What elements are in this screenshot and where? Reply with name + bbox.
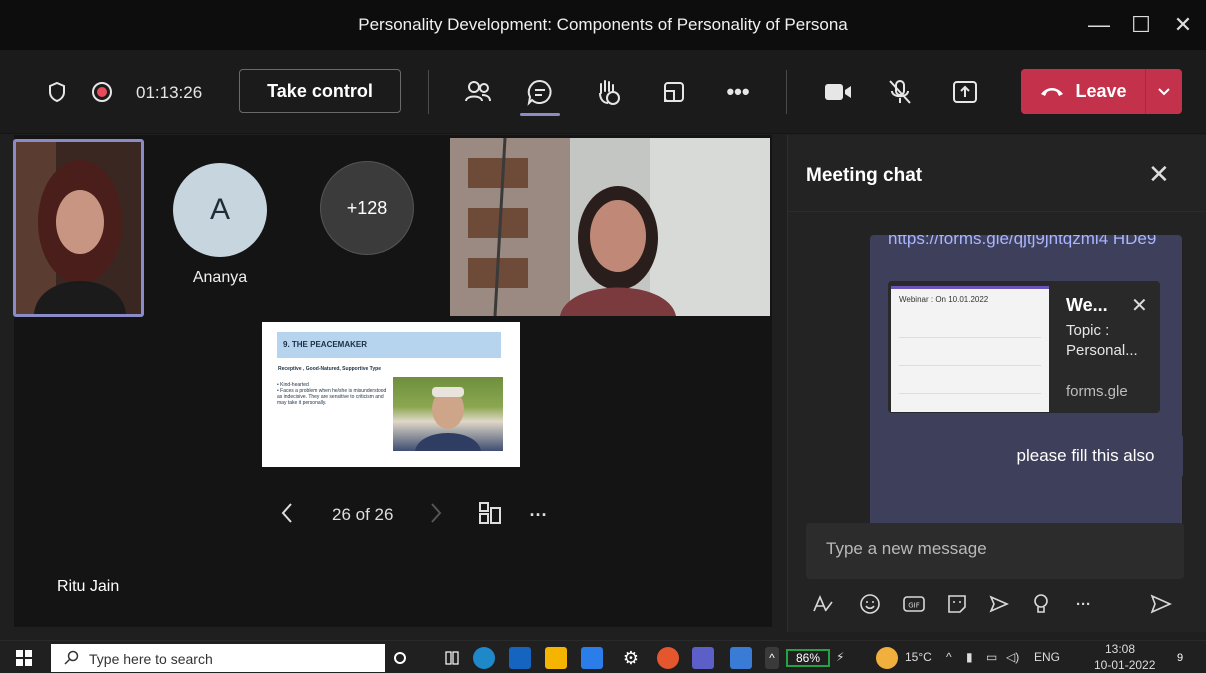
- sticker-icon[interactable]: [946, 591, 968, 617]
- more-icon[interactable]: •••: [718, 77, 758, 107]
- slide-photo: [393, 377, 503, 451]
- slide-pager: 26 of 26 ···: [280, 500, 547, 530]
- title-bar: Personality Development: Components of P…: [0, 0, 1206, 50]
- more-participants-button[interactable]: +128: [320, 161, 414, 255]
- windows-taskbar: Type here to search ⚙ ^ 86% ⚡ 15°C ^ ▮ ▭…: [0, 640, 1206, 673]
- weather-temp[interactable]: 15°C: [905, 650, 932, 664]
- toolbar-divider: [786, 70, 787, 114]
- share-icon[interactable]: [945, 77, 985, 107]
- chat-header: Meeting chat ✕: [788, 135, 1206, 212]
- slide-grid-icon[interactable]: [477, 500, 505, 531]
- phone-hangup-icon: [1039, 81, 1065, 102]
- chat-link[interactable]: https://forms.gle/qjtj9jhtqzmi4 HDe9: [888, 235, 1168, 253]
- prev-slide-icon[interactable]: [280, 501, 304, 530]
- toolbar-divider: [428, 70, 429, 114]
- photos-icon[interactable]: [730, 647, 752, 669]
- cortana-icon[interactable]: [389, 647, 411, 669]
- meeting-toolbar: 01:13:26 Take control ••• Leave: [0, 50, 1206, 134]
- store-icon[interactable]: [509, 647, 531, 669]
- link-preview-description: Topic : Personal...: [1066, 322, 1138, 359]
- send-icon[interactable]: [1150, 591, 1172, 617]
- window-title: Personality Development: Components of P…: [358, 15, 848, 34]
- close-icon[interactable]: ✕: [1131, 293, 1148, 318]
- thumb-title: Webinar : On 10.01.2022: [899, 295, 989, 304]
- slide-bullet: • Faces a problem when he/she is misunde…: [277, 388, 387, 406]
- slide-more-icon[interactable]: ···: [529, 505, 547, 526]
- clock-time[interactable]: 13:08: [1105, 642, 1135, 656]
- camera-icon[interactable]: [818, 77, 858, 107]
- participant-video-tile[interactable]: [13, 139, 144, 317]
- format-icon[interactable]: [812, 591, 834, 617]
- notification-count: 9: [1176, 652, 1184, 664]
- windows-start-icon[interactable]: [16, 650, 32, 671]
- schedule-send-icon[interactable]: [988, 591, 1010, 617]
- network-icon[interactable]: ▭: [986, 650, 997, 664]
- slide-counter: 26 of 26: [332, 505, 394, 524]
- slide-subheading: Receptive , Good-Natured, Supportive Typ…: [278, 366, 381, 372]
- chat-message: https://forms.gle/qjtj9jhtqzmi4 HDe9 Web…: [870, 235, 1182, 565]
- slide-bullets: • Kind-hearted • Faces a problem when he…: [277, 382, 389, 406]
- weather-icon[interactable]: [876, 647, 898, 669]
- raise-hand-icon[interactable]: [588, 77, 628, 107]
- meeting-chat-panel: Meeting chat ✕ https://forms.gle/qjtj9jh…: [787, 135, 1206, 632]
- slide-header: 9. THE PEACEMAKER: [277, 332, 501, 358]
- task-view-icon[interactable]: [441, 647, 463, 669]
- link-preview-thumbnail: Webinar : On 10.01.2022: [891, 286, 1049, 412]
- taskbar-search-box[interactable]: Type here to search: [51, 644, 385, 672]
- chat-message: please fill this also: [988, 434, 1183, 478]
- rooms-icon[interactable]: [654, 77, 694, 107]
- meeting-timer: 01:13:26: [136, 83, 203, 102]
- tray-chevron-icon[interactable]: ^: [946, 650, 952, 664]
- clock-date[interactable]: 10-01-2022: [1094, 658, 1155, 672]
- take-control-button[interactable]: Take control: [239, 69, 401, 113]
- close-window-button[interactable]: ✕: [1166, 8, 1200, 42]
- praise-icon[interactable]: [1032, 591, 1050, 617]
- leave-button-group: Leave: [1021, 69, 1182, 114]
- chevron-up-icon[interactable]: ^: [765, 647, 779, 669]
- people-icon[interactable]: [458, 77, 498, 107]
- leave-label: Leave: [1075, 81, 1127, 101]
- teams-icon[interactable]: [692, 647, 714, 669]
- speaker-icon[interactable]: ◁): [1006, 650, 1019, 664]
- participant-video-tile[interactable]: [450, 138, 770, 316]
- search-icon: [63, 650, 79, 669]
- link-preview-card[interactable]: Webinar : On 10.01.2022 We... ✕ Topic : …: [888, 281, 1160, 413]
- battery-indicator[interactable]: 86%: [786, 649, 830, 667]
- chevron-down-icon[interactable]: [1146, 69, 1182, 114]
- close-icon[interactable]: ✕: [1148, 159, 1170, 190]
- edge-icon[interactable]: [473, 647, 495, 669]
- link-preview-domain: forms.gle: [1066, 383, 1128, 400]
- record-icon: [90, 77, 114, 107]
- chat-active-indicator: [520, 113, 560, 116]
- mail-icon[interactable]: [581, 647, 603, 669]
- chat-title: Meeting chat: [806, 165, 923, 186]
- tray-app-icon[interactable]: ▮: [966, 650, 973, 664]
- shield-icon: [45, 77, 69, 107]
- maximize-button[interactable]: ☐: [1124, 8, 1158, 42]
- settings-gear-icon[interactable]: ⚙: [620, 647, 642, 669]
- gif-icon[interactable]: GIF: [902, 591, 926, 617]
- mic-off-icon[interactable]: [880, 77, 920, 107]
- language-indicator[interactable]: ENG: [1034, 650, 1060, 664]
- file-explorer-icon[interactable]: [545, 647, 567, 669]
- minimize-button[interactable]: —: [1082, 8, 1116, 42]
- more-options-icon[interactable]: ···: [1076, 591, 1091, 617]
- link-preview-title: We...: [1066, 295, 1108, 315]
- avatar[interactable]: A: [173, 163, 267, 257]
- chat-icon[interactable]: [520, 77, 560, 107]
- emoji-icon[interactable]: [859, 591, 881, 617]
- leave-button[interactable]: Leave: [1021, 69, 1145, 114]
- battery-plug-icon: ⚡: [836, 650, 845, 664]
- chrome-icon[interactable]: [657, 647, 679, 669]
- message-input[interactable]: Type a new message: [806, 523, 1184, 579]
- shared-slide[interactable]: 9. THE PEACEMAKER Receptive , Good-Natur…: [262, 322, 520, 467]
- participant-name: Ananya: [192, 269, 248, 286]
- presenter-name: Ritu Jain: [57, 578, 120, 595]
- notifications-icon[interactable]: 9: [1168, 647, 1192, 669]
- search-placeholder: Type here to search: [89, 651, 213, 667]
- next-slide-icon[interactable]: [429, 501, 453, 530]
- svg-text:GIF: GIF: [908, 602, 920, 610]
